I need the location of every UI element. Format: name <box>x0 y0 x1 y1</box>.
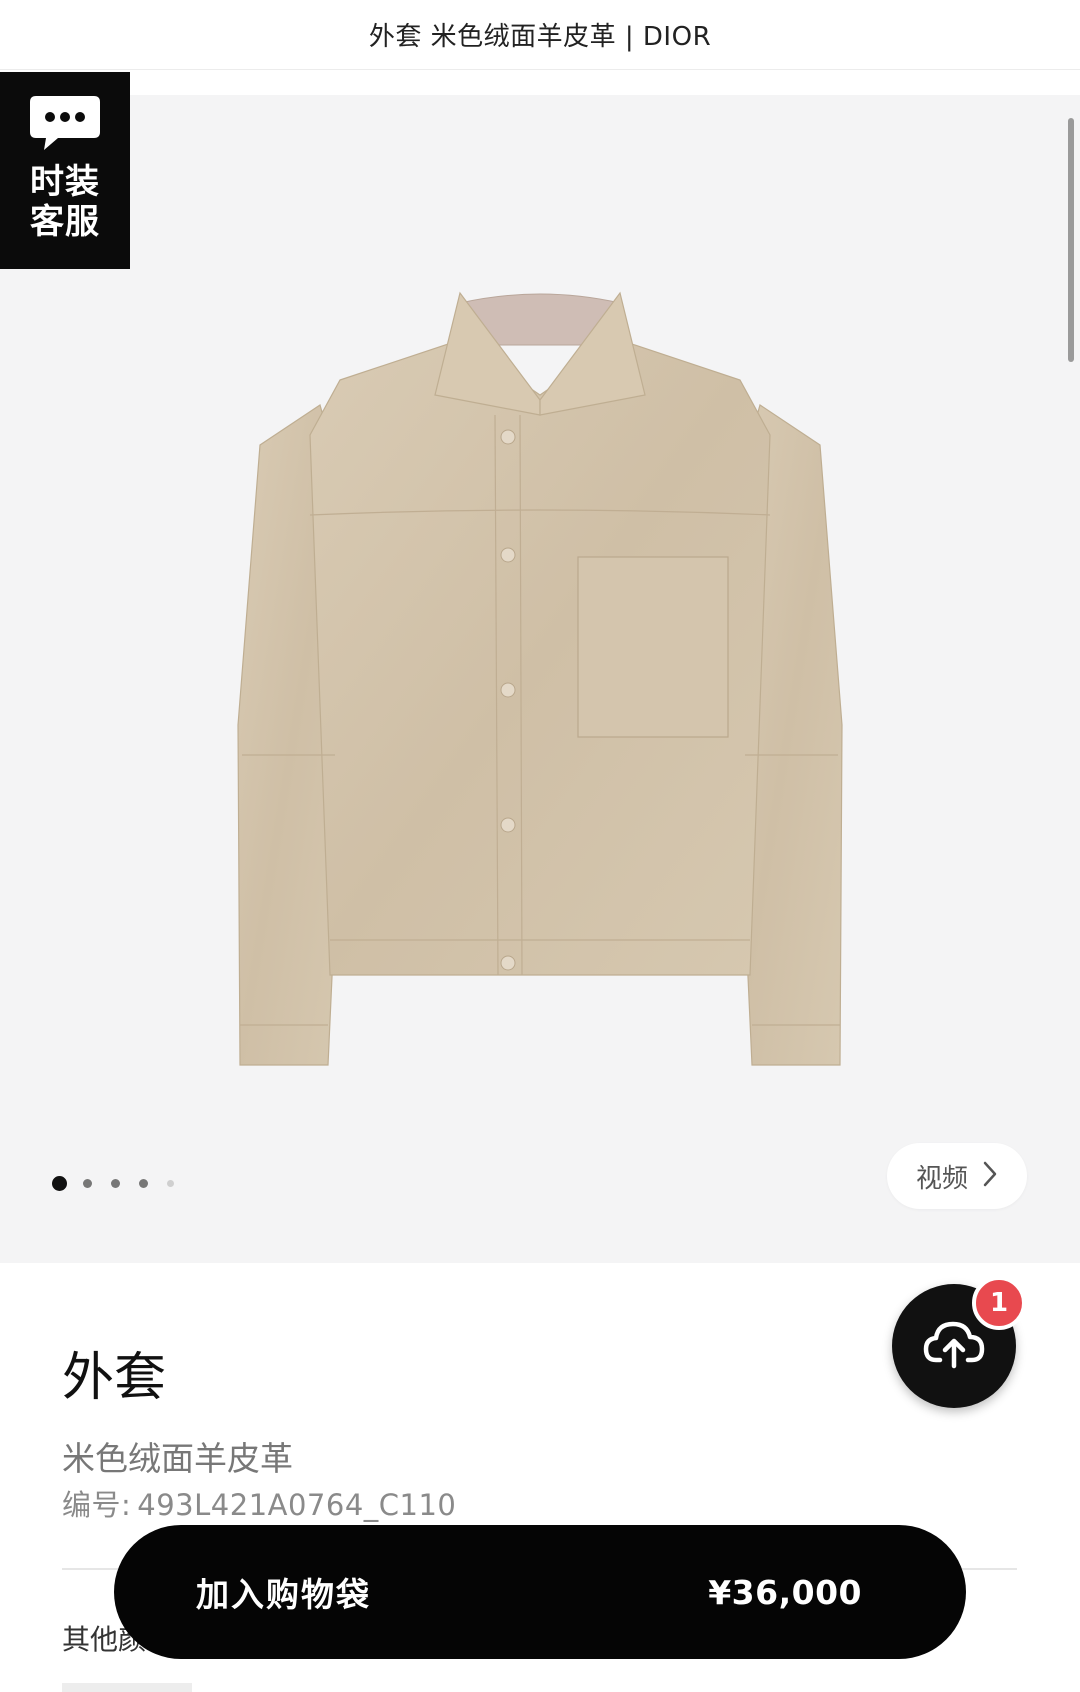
fashion-customer-service-button[interactable]: 时装 客服 <box>0 72 130 269</box>
product-image[interactable] <box>230 285 850 1085</box>
add-to-bag-label: 加入购物袋 <box>196 1575 371 1614</box>
product-page: 外套 米色绒面羊皮革 | DIOR 时装 客服 视频 1 外套 米色绒面羊皮革 … <box>0 0 1080 1692</box>
scrollbar[interactable] <box>1068 118 1074 362</box>
video-label: 视频 <box>915 1163 968 1194</box>
jacket-image <box>237 291 843 1066</box>
pagination-dot[interactable] <box>111 1179 120 1188</box>
service-label-line2: 客服 <box>30 202 100 242</box>
pagination-dot[interactable] <box>139 1179 148 1188</box>
chevron-right-icon <box>982 1160 998 1192</box>
service-label-line1: 时装 <box>30 162 100 202</box>
top-bar: 外套 米色绒面羊皮革 | DIOR <box>0 0 1080 70</box>
notification-badge: 1 <box>972 1276 1026 1330</box>
price: ¥36,000 <box>708 1572 862 1612</box>
chat-bubble-icon <box>28 94 102 156</box>
cloud-upload-icon <box>922 1318 986 1374</box>
product-code-label: 编号: <box>62 1488 132 1522</box>
pagination-dot[interactable] <box>167 1180 174 1187</box>
product-code-value: 493L421A0764_C110 <box>137 1488 457 1522</box>
color-swatch[interactable] <box>62 1683 192 1692</box>
video-button[interactable]: 视频 <box>887 1143 1027 1209</box>
add-to-bag-button[interactable]: 加入购物袋 ¥36,000 <box>114 1525 966 1659</box>
product-code: 编号: 493L421A0764_C110 <box>62 1482 456 1524</box>
pagination-dot[interactable] <box>83 1179 92 1188</box>
pagination-dot-active[interactable] <box>52 1176 67 1191</box>
gallery-pagination[interactable] <box>52 1176 193 1191</box>
page-title: 外套 米色绒面羊皮革 | DIOR <box>368 22 712 52</box>
product-subtitle: 米色绒面羊皮革 <box>62 1439 293 1478</box>
product-title: 外套 <box>62 1348 167 1408</box>
